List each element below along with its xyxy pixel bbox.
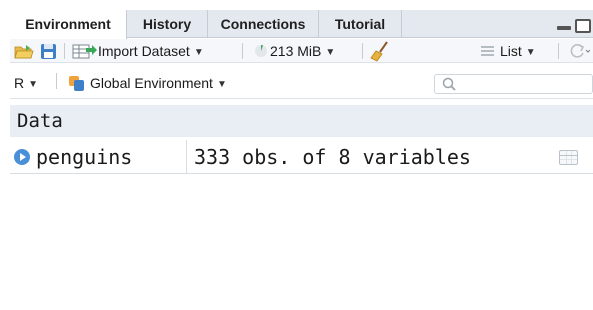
- language-selector[interactable]: R ▼: [14, 74, 38, 92]
- object-summary: 333 obs. of 8 variables: [194, 145, 471, 169]
- import-dataset-button[interactable]: Import Dataset ▼: [72, 39, 204, 63]
- chevron-down-icon: ▼: [525, 47, 536, 58]
- toolbar-separator: [242, 43, 243, 59]
- environment-toolbar: Import Dataset ▼ 213 MiB ▼ List ▼: [10, 39, 593, 63]
- refresh-icon: [570, 44, 591, 58]
- memory-usage-button[interactable]: 213 MiB ▼: [254, 39, 335, 63]
- view-mode-button[interactable]: List ▼: [480, 39, 536, 63]
- toolbar-separator: [558, 43, 559, 59]
- object-name[interactable]: penguins: [10, 140, 186, 174]
- broom-icon[interactable]: [370, 39, 392, 63]
- minimize-icon[interactable]: [557, 26, 571, 30]
- open-folder-icon[interactable]: [14, 39, 34, 63]
- environment-scope-selector[interactable]: Global Environment ▼: [68, 74, 227, 92]
- chevron-down-icon: ▼: [325, 47, 336, 58]
- column-divider: [186, 140, 187, 174]
- window-controls: [557, 19, 593, 35]
- tab-history[interactable]: History: [127, 10, 208, 38]
- tab-connections[interactable]: Connections: [208, 10, 319, 38]
- language-label: R: [14, 75, 25, 91]
- list-icon: [481, 46, 494, 56]
- toolbar-separator: [64, 43, 65, 59]
- search-icon: [442, 77, 456, 91]
- memory-usage-label: 213 MiB: [270, 43, 322, 59]
- view-table-icon[interactable]: [559, 150, 578, 165]
- memory-pie-icon: [255, 44, 267, 57]
- toolbar-separator: [56, 73, 57, 89]
- import-dataset-label: Import Dataset: [98, 43, 190, 59]
- toolbar-separator: [362, 43, 363, 59]
- table-row[interactable]: penguins 333 obs. of 8 variables: [10, 140, 593, 174]
- view-mode-label: List: [500, 43, 522, 59]
- tab-tutorial[interactable]: Tutorial: [319, 10, 402, 38]
- pane-tab-bar: Environment History Connections Tutorial: [10, 10, 593, 39]
- save-icon[interactable]: [40, 39, 58, 63]
- environment-selector-bar: R ▼ Global Environment ▼: [10, 64, 593, 99]
- maximize-icon[interactable]: [575, 19, 591, 33]
- chevron-down-icon: ▼: [28, 79, 39, 90]
- import-dataset-icon: [72, 44, 97, 59]
- environment-icon: [69, 76, 84, 91]
- chevron-down-icon: ▼: [193, 47, 204, 58]
- search-input[interactable]: [434, 74, 593, 94]
- data-section-header: Data: [10, 105, 593, 137]
- refresh-button[interactable]: [566, 39, 591, 63]
- chevron-down-icon: ▼: [216, 79, 227, 90]
- environment-scope-label: Global Environment: [90, 75, 213, 91]
- tab-environment[interactable]: Environment: [10, 10, 127, 39]
